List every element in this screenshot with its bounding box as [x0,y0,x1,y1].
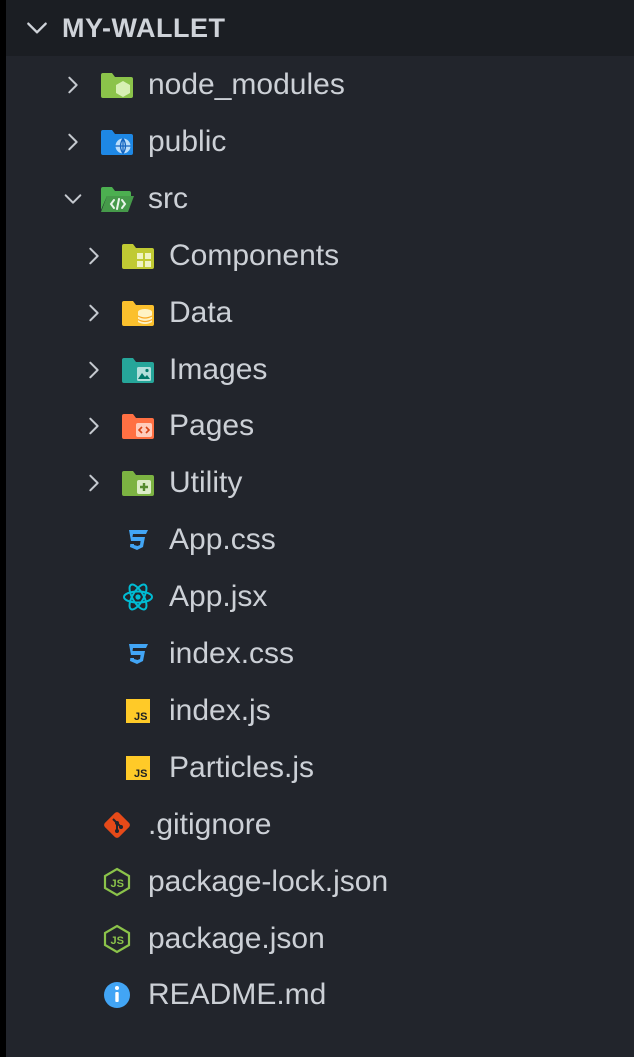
svg-text:JS: JS [134,711,147,723]
folder-item[interactable]: Data [6,285,634,341]
folder-item[interactable]: Utility [6,455,634,511]
css-icon [119,635,157,673]
folder-item[interactable]: Images [6,342,634,398]
svg-text:JS: JS [111,935,124,947]
folder-views-icon [119,407,157,445]
item-label: package-lock.json [148,864,389,898]
file-item[interactable]: App.jsx [6,569,634,625]
chevron-down-icon[interactable] [62,188,84,210]
folder-item[interactable]: Pages [6,398,634,454]
react-icon [119,578,157,616]
nodejs-icon: JS [98,920,136,958]
folder-item[interactable]: src [6,171,634,227]
chevron-right-icon[interactable] [83,302,105,324]
folder-images-icon [119,351,157,389]
chevron-right-icon[interactable] [83,359,105,381]
item-label: index.css [169,637,295,670]
folder-node-icon [98,66,136,104]
item-label: src [148,181,188,215]
info-icon [98,976,136,1014]
folder-components-icon [119,237,157,275]
item-label: package.json [148,921,325,955]
chevron-right-icon[interactable] [83,245,105,267]
file-item[interactable]: JS Particles.js [6,740,634,796]
chevron-right-icon[interactable] [62,74,84,96]
file-item[interactable]: JS package-lock.json [6,854,634,910]
folder-src-open-icon [98,180,136,218]
item-label: Particles.js [169,750,315,784]
file-item[interactable]: .gitignore [6,797,634,853]
item-label: Images [169,352,268,386]
folder-item[interactable]: Components [6,228,634,284]
chevron-right-icon[interactable] [62,131,84,153]
chevron-right-icon[interactable] [83,472,105,494]
svg-text:JS: JS [134,768,147,780]
item-label: public [148,124,227,158]
svg-text:JS: JS [111,878,124,890]
folder-utils-icon [119,464,157,502]
file-item[interactable]: App.css [6,512,634,568]
item-label: App.jsx [169,580,268,614]
explorer-root-header[interactable]: MY-WALLET [6,0,634,56]
item-label: node_modules [148,68,345,101]
git-icon [98,806,136,844]
file-item[interactable]: index.css [6,626,634,682]
file-explorer-panel: MY-WALLET node_modulespublic src Component… [6,0,634,1057]
item-label: .gitignore [148,807,272,841]
file-item[interactable]: JS index.js [6,683,634,739]
project-root-label: MY-WALLET [62,12,226,43]
folder-public-icon [98,123,136,161]
item-label: README.md [148,978,327,1012]
css-icon [119,521,157,559]
item-label: Data [169,295,233,329]
folder-item[interactable]: public [6,114,634,170]
folder-item[interactable]: node_modules [6,57,634,113]
item-label: index.js [169,693,271,727]
chevron-right-icon[interactable] [83,415,105,437]
file-item[interactable]: JS package.json [6,911,634,967]
item-label: Components [169,238,340,272]
nodejs-icon: JS [98,863,136,901]
item-label: App.css [169,523,276,557]
javascript-icon: JS [119,692,157,730]
file-item[interactable]: README.md [6,967,634,1023]
javascript-icon: JS [119,749,157,787]
item-label: Utility [169,466,243,500]
item-label: Pages [169,409,255,443]
folder-database-icon [119,294,157,332]
chevron-down-icon[interactable] [22,13,52,43]
